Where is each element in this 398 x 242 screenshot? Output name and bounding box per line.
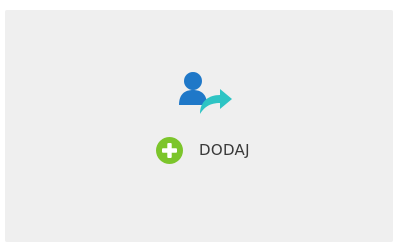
user-share-icon [176, 68, 236, 116]
add-card: DODAJ [5, 10, 393, 242]
plus-circle-icon [156, 136, 183, 164]
add-button[interactable]: DODAJ [156, 136, 250, 164]
add-button-label: DODAJ [199, 140, 250, 159]
